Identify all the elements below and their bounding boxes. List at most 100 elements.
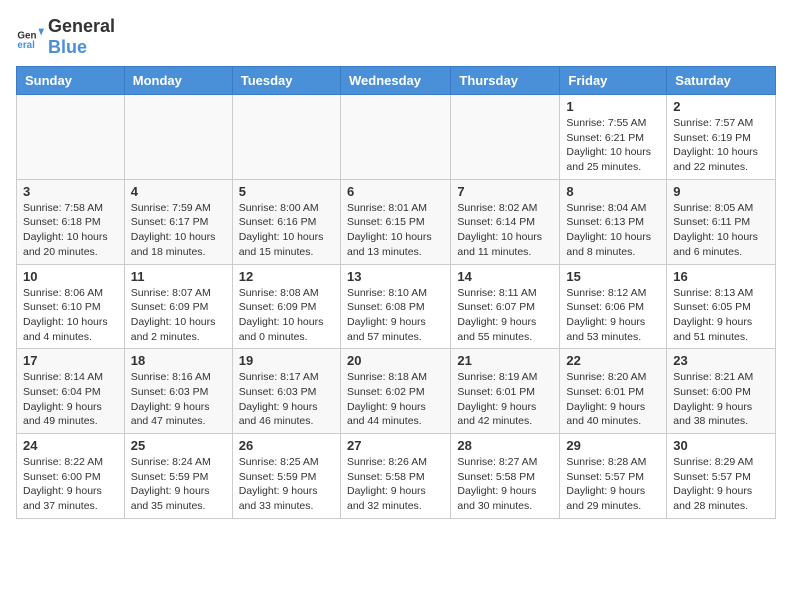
calendar-cell: 23 Sunrise: 8:21 AMSunset: 6:00 PMDayligh… <box>667 349 776 434</box>
calendar-cell <box>451 95 560 180</box>
calendar-cell: 9Sunrise: 8:05 AMSunset: 6:11 PMDaylight… <box>667 179 776 264</box>
day-number: 14 <box>457 269 553 284</box>
day-info: Sunrise: 8:25 AMSunset: 5:59 PMDaylight:… <box>239 455 334 514</box>
day-info: Sunrise: 8:12 AMSunset: 6:06 PMDaylight:… <box>566 286 660 345</box>
day-number: 5 <box>239 184 334 199</box>
day-info: Sunrise: 8:11 AMSunset: 6:07 PMDaylight:… <box>457 286 553 345</box>
day-of-week-header: Monday <box>124 67 232 95</box>
day-number: 8 <box>566 184 660 199</box>
calendar-cell: 12 Sunrise: 8:08 AMSunset: 6:09 PMDayligh… <box>232 264 340 349</box>
day-of-week-header: Tuesday <box>232 67 340 95</box>
logo-blue: Blue <box>48 37 87 57</box>
day-info: Sunrise: 8:06 AMSunset: 6:10 PMDaylight:… <box>23 286 118 345</box>
calendar-cell: 14 Sunrise: 8:11 AMSunset: 6:07 PMDayligh… <box>451 264 560 349</box>
calendar-cell: 19Sunrise: 8:17 AMSunset: 6:03 PMDayligh… <box>232 349 340 434</box>
day-number: 22 <box>566 353 660 368</box>
calendar-cell: 8 Sunrise: 8:04 AMSunset: 6:13 PMDaylight… <box>560 179 667 264</box>
day-number: 12 <box>239 269 334 284</box>
day-number: 10 <box>23 269 118 284</box>
day-info: Sunrise: 8:18 AMSunset: 6:02 PMDaylight:… <box>347 370 444 429</box>
calendar-cell: 15 Sunrise: 8:12 AMSunset: 6:06 PMDayligh… <box>560 264 667 349</box>
day-of-week-header: Sunday <box>17 67 125 95</box>
day-number: 24 <box>23 438 118 453</box>
day-info: Sunrise: 8:22 AMSunset: 6:00 PMDaylight:… <box>23 455 118 514</box>
day-info: Sunrise: 8:29 AMSunset: 5:57 PMDaylight:… <box>673 455 769 514</box>
day-header-row: SundayMondayTuesdayWednesdayThursdayFrid… <box>17 67 776 95</box>
calendar-cell: 18 Sunrise: 8:16 AMSunset: 6:03 PMDayligh… <box>124 349 232 434</box>
day-number: 17 <box>23 353 118 368</box>
calendar-cell: 26 Sunrise: 8:25 AMSunset: 5:59 PMDayligh… <box>232 434 340 519</box>
calendar-cell: 22 Sunrise: 8:20 AMSunset: 6:01 PMDayligh… <box>560 349 667 434</box>
day-info: Sunrise: 7:59 AMSunset: 6:17 PMDaylight:… <box>131 201 226 260</box>
calendar-week-row: 10 Sunrise: 8:06 AMSunset: 6:10 PMDayligh… <box>17 264 776 349</box>
calendar-cell: 1Sunrise: 7:55 AMSunset: 6:21 PMDaylight… <box>560 95 667 180</box>
day-info: Sunrise: 8:08 AMSunset: 6:09 PMDaylight:… <box>239 286 334 345</box>
calendar-cell: 28Sunrise: 8:27 AMSunset: 5:58 PMDayligh… <box>451 434 560 519</box>
calendar-cell: 21 Sunrise: 8:19 AMSunset: 6:01 PMDayligh… <box>451 349 560 434</box>
calendar-cell: 20 Sunrise: 8:18 AMSunset: 6:02 PMDayligh… <box>340 349 450 434</box>
day-number: 27 <box>347 438 444 453</box>
calendar-cell: 16 Sunrise: 8:13 AMSunset: 6:05 PMDayligh… <box>667 264 776 349</box>
day-number: 16 <box>673 269 769 284</box>
day-info: Sunrise: 7:58 AMSunset: 6:18 PMDaylight:… <box>23 201 118 260</box>
calendar-cell <box>340 95 450 180</box>
calendar-cell: 30 Sunrise: 8:29 AMSunset: 5:57 PMDayligh… <box>667 434 776 519</box>
day-number: 28 <box>457 438 553 453</box>
calendar-cell: 3Sunrise: 7:58 AMSunset: 6:18 PMDaylight… <box>17 179 125 264</box>
calendar-cell: 27 Sunrise: 8:26 AMSunset: 5:58 PMDayligh… <box>340 434 450 519</box>
day-number: 15 <box>566 269 660 284</box>
calendar-cell <box>17 95 125 180</box>
day-info: Sunrise: 8:20 AMSunset: 6:01 PMDaylight:… <box>566 370 660 429</box>
day-number: 18 <box>131 353 226 368</box>
day-of-week-header: Friday <box>560 67 667 95</box>
day-number: 25 <box>131 438 226 453</box>
day-info: Sunrise: 8:01 AMSunset: 6:15 PMDaylight:… <box>347 201 444 260</box>
day-number: 30 <box>673 438 769 453</box>
day-number: 11 <box>131 269 226 284</box>
calendar-cell: 24 Sunrise: 8:22 AMSunset: 6:00 PMDayligh… <box>17 434 125 519</box>
day-info: Sunrise: 8:16 AMSunset: 6:03 PMDaylight:… <box>131 370 226 429</box>
day-info: Sunrise: 8:00 AMSunset: 6:16 PMDaylight:… <box>239 201 334 260</box>
calendar-cell: 2 Sunrise: 7:57 AMSunset: 6:19 PMDaylight… <box>667 95 776 180</box>
day-number: 26 <box>239 438 334 453</box>
calendar-cell: 11Sunrise: 8:07 AMSunset: 6:09 PMDayligh… <box>124 264 232 349</box>
day-number: 21 <box>457 353 553 368</box>
day-info: Sunrise: 8:24 AMSunset: 5:59 PMDaylight:… <box>131 455 226 514</box>
day-of-week-header: Wednesday <box>340 67 450 95</box>
logo-text: General Blue <box>48 16 115 58</box>
day-info: Sunrise: 8:13 AMSunset: 6:05 PMDaylight:… <box>673 286 769 345</box>
logo: Gen eral General Blue <box>16 16 115 58</box>
calendar-week-row: 24 Sunrise: 8:22 AMSunset: 6:00 PMDayligh… <box>17 434 776 519</box>
day-info: Sunrise: 8:28 AMSunset: 5:57 PMDaylight:… <box>566 455 660 514</box>
day-number: 6 <box>347 184 444 199</box>
calendar-week-row: 17 Sunrise: 8:14 AMSunset: 6:04 PMDayligh… <box>17 349 776 434</box>
logo-general: General <box>48 16 115 36</box>
day-info: Sunrise: 8:04 AMSunset: 6:13 PMDaylight:… <box>566 201 660 260</box>
calendar-cell: 4Sunrise: 7:59 AMSunset: 6:17 PMDaylight… <box>124 179 232 264</box>
day-number: 2 <box>673 99 769 114</box>
day-info: Sunrise: 8:21 AMSunset: 6:00 PMDaylight:… <box>673 370 769 429</box>
day-number: 29 <box>566 438 660 453</box>
day-info: Sunrise: 8:02 AMSunset: 6:14 PMDaylight:… <box>457 201 553 260</box>
logo-icon: Gen eral <box>16 23 44 51</box>
calendar-cell <box>232 95 340 180</box>
day-info: Sunrise: 8:14 AMSunset: 6:04 PMDaylight:… <box>23 370 118 429</box>
day-number: 7 <box>457 184 553 199</box>
day-number: 20 <box>347 353 444 368</box>
day-info: Sunrise: 7:57 AMSunset: 6:19 PMDaylight:… <box>673 116 769 175</box>
day-info: Sunrise: 8:10 AMSunset: 6:08 PMDaylight:… <box>347 286 444 345</box>
calendar-cell: 13Sunrise: 8:10 AMSunset: 6:08 PMDayligh… <box>340 264 450 349</box>
svg-text:eral: eral <box>17 40 35 51</box>
day-info: Sunrise: 8:26 AMSunset: 5:58 PMDaylight:… <box>347 455 444 514</box>
day-number: 9 <box>673 184 769 199</box>
calendar-cell: 17 Sunrise: 8:14 AMSunset: 6:04 PMDayligh… <box>17 349 125 434</box>
day-of-week-header: Thursday <box>451 67 560 95</box>
calendar-cell: 6 Sunrise: 8:01 AMSunset: 6:15 PMDaylight… <box>340 179 450 264</box>
calendar-week-row: 3Sunrise: 7:58 AMSunset: 6:18 PMDaylight… <box>17 179 776 264</box>
calendar-week-row: 1Sunrise: 7:55 AMSunset: 6:21 PMDaylight… <box>17 95 776 180</box>
day-info: Sunrise: 8:19 AMSunset: 6:01 PMDaylight:… <box>457 370 553 429</box>
day-number: 23 <box>673 353 769 368</box>
header: Gen eral General Blue <box>16 16 776 58</box>
calendar-cell: 25 Sunrise: 8:24 AMSunset: 5:59 PMDayligh… <box>124 434 232 519</box>
day-number: 19 <box>239 353 334 368</box>
